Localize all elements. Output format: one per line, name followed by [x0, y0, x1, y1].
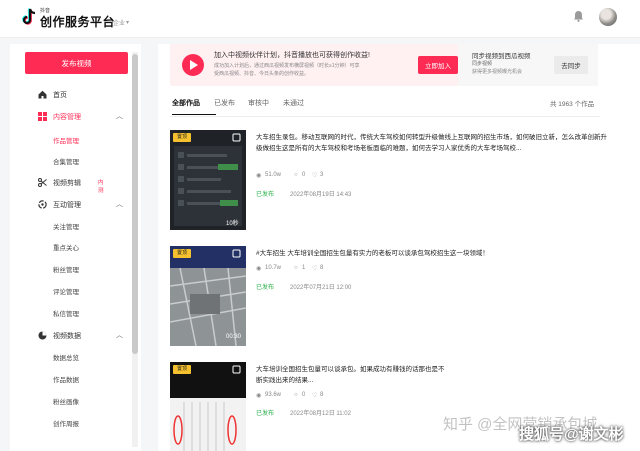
tab-published[interactable]: 已发布	[214, 98, 235, 108]
sidebar-item-label: 内容管理	[53, 114, 81, 121]
work-date: 2022年08月12日 11:02	[290, 411, 351, 417]
sidebar-subitem-data-overview[interactable]: 数据总览	[53, 352, 79, 362]
views-count: 93.6w	[265, 392, 282, 398]
scissors-icon	[38, 178, 47, 187]
grid-icon	[38, 112, 47, 121]
sidebar-subitem-work-data[interactable]: 作品数据	[53, 374, 79, 384]
sync-xigua-card: 同步视频到西瓜视频 同步视频 获得更多视频曝光机会 去同步	[458, 44, 598, 86]
partner-plan-banner: 加入中视频伙伴计划，抖音播放也可获得创作收益! 成功加入计划后，通过西瓜视频发布…	[170, 44, 458, 86]
pinned-badge: 置顶	[173, 249, 191, 258]
sidebar-subitem-works[interactable]: 作品管理	[53, 135, 79, 145]
sidebar-subitem-weekly-report[interactable]: 创作周报	[53, 418, 79, 428]
work-description[interactable]: 大车招生录包。移动互联网的时代，传统大车驾校如何转型升级做线上互联网的招生市场，…	[256, 132, 608, 165]
douyin-logo-icon[interactable]	[22, 8, 36, 26]
caret-down-icon[interactable]: ▾	[126, 19, 129, 26]
video-thumbnail[interactable]: 置顶	[170, 362, 246, 451]
heart-icon: ♡	[312, 266, 318, 272]
main-content: 加入中视频伙伴计划，抖音播放也可获得创作收益! 成功加入计划后，通过西瓜视频发布…	[158, 44, 640, 451]
sidebar: 发布视频 首页 内容管理 ︿ 作品管理 合集管理 视频剪辑 内测 互动管理 ︿ …	[10, 44, 141, 451]
tabs-divider	[170, 116, 600, 117]
work-status: 已发布	[256, 192, 275, 198]
sidebar-subitem-collections[interactable]: 合集管理	[53, 156, 79, 166]
stack-icon	[232, 249, 241, 258]
comment-icon: ○	[294, 172, 298, 178]
pinned-badge: 置顶	[173, 365, 191, 374]
sidebar-item-label: 首页	[53, 92, 67, 99]
comments-count: 0	[302, 392, 306, 398]
video-duration: 10秒	[226, 221, 239, 227]
likes-count: 3	[320, 172, 324, 178]
sidebar-item-label: 视频数据	[53, 333, 81, 340]
work-item[interactable]: 置顶 10秒 大车招生录包。移动互联网的时代，传统大车驾校如何转型升级做线上互联…	[170, 130, 610, 230]
tab-reviewing[interactable]: 审核中	[248, 98, 269, 108]
chevron-up-icon[interactable]: ︿	[116, 199, 123, 209]
sidebar-scroll-thumb[interactable]	[132, 54, 138, 354]
pinned-badge: 置顶	[173, 133, 191, 142]
video-duration: 00:30	[226, 334, 242, 340]
active-tab-indicator	[172, 114, 216, 115]
pipes-image	[170, 362, 246, 451]
comments-count: 1	[302, 265, 306, 271]
heart-icon: ♡	[312, 393, 318, 399]
sidebar-item-label: 互动管理	[53, 202, 81, 209]
work-description[interactable]: #大车招生 大车培训全国招生包量有实力的老板可以谈承包驾校招生这一块领域！	[256, 248, 608, 260]
sync-subtitle: 同步视频	[472, 61, 493, 67]
play-icon	[182, 54, 204, 76]
sync-title: 同步视频到西瓜视频	[472, 53, 531, 60]
comment-icon: ○	[294, 265, 298, 271]
sidebar-subitem-fan-portrait[interactable]: 粉丝画像	[53, 396, 79, 406]
chat-screenshot-image	[174, 146, 242, 226]
works-count: 共 1963 个作品	[550, 101, 595, 108]
banner-title: 加入中视频伙伴计划，抖音播放也可获得创作收益!	[214, 52, 370, 59]
sidebar-subitem-comments[interactable]: 评论管理	[53, 286, 79, 296]
comments-count: 0	[302, 172, 306, 178]
beta-badge: 内测	[98, 180, 104, 194]
account-type-label[interactable]: 企业	[113, 18, 125, 27]
go-sync-button[interactable]: 去同步	[554, 56, 588, 74]
views-count: 10.7w	[265, 265, 282, 271]
publish-video-button[interactable]: 发布视频	[25, 52, 128, 74]
pie-chart-icon	[38, 331, 47, 340]
work-status: 已发布	[256, 411, 275, 417]
heart-icon: ♡	[312, 173, 318, 179]
views-icon: ◉	[256, 393, 262, 399]
works-tabs: 全部作品 已发布 审核中 未通过	[170, 98, 600, 114]
comment-icon: ○	[294, 392, 298, 398]
sidebar-subitem-messages[interactable]: 私信管理	[53, 308, 79, 318]
video-thumbnail[interactable]: 置顶 10秒	[170, 130, 246, 230]
training-ground-image	[170, 246, 246, 346]
views-icon: ◉	[256, 173, 262, 179]
brand-title[interactable]: 创作服务平台	[40, 13, 115, 30]
interact-icon	[38, 200, 47, 209]
top-bar: 抖音 创作服务平台 企业 ▾	[0, 0, 640, 38]
sidebar-subitem-follow[interactable]: 关注管理	[53, 221, 79, 231]
work-status: 已发布	[256, 285, 275, 291]
home-icon	[38, 90, 47, 99]
sidebar-subitem-key-care[interactable]: 重点关心	[53, 242, 79, 252]
banner-description: 成功加入计划后，通过西瓜视频发布横屏视频（时长≥1分钟）可享受西瓜视频、抖音、今…	[214, 63, 360, 77]
stack-icon	[232, 365, 241, 374]
views-count: 51.0w	[265, 172, 282, 178]
work-description[interactable]: 大车培训全国招生包量可以谈承包。如果成功有赚钱的话那也是不断实践出来的结果...	[256, 364, 446, 386]
video-thumbnail[interactable]: 置顶 00:30	[170, 246, 246, 346]
work-item[interactable]: 置顶 00:30 #大车招生 大车培训全国招生包量有实力的老板可以谈承包驾校招生…	[170, 246, 610, 346]
stack-icon	[232, 133, 241, 142]
chevron-up-icon[interactable]: ︿	[116, 330, 123, 340]
work-date: 2022年08月19日 14:43	[290, 192, 352, 198]
bell-icon[interactable]	[573, 10, 584, 22]
sync-description: 获得更多视频曝光机会	[472, 69, 523, 75]
chevron-up-icon[interactable]: ︿	[116, 111, 123, 121]
sidebar-item-label: 视频剪辑	[53, 180, 81, 187]
tab-all-works[interactable]: 全部作品	[172, 98, 200, 108]
likes-count: 8	[320, 392, 324, 398]
likes-count: 8	[320, 265, 324, 271]
join-now-button[interactable]: 立即加入	[418, 56, 458, 74]
tab-rejected[interactable]: 未通过	[283, 98, 304, 108]
sohu-watermark: 搜狐号@谢文彬	[519, 426, 624, 443]
views-icon: ◉	[256, 266, 262, 272]
work-date: 2022年07月21日 12:00	[290, 285, 352, 291]
avatar[interactable]	[599, 8, 617, 26]
sidebar-subitem-fans[interactable]: 粉丝管理	[53, 264, 79, 274]
